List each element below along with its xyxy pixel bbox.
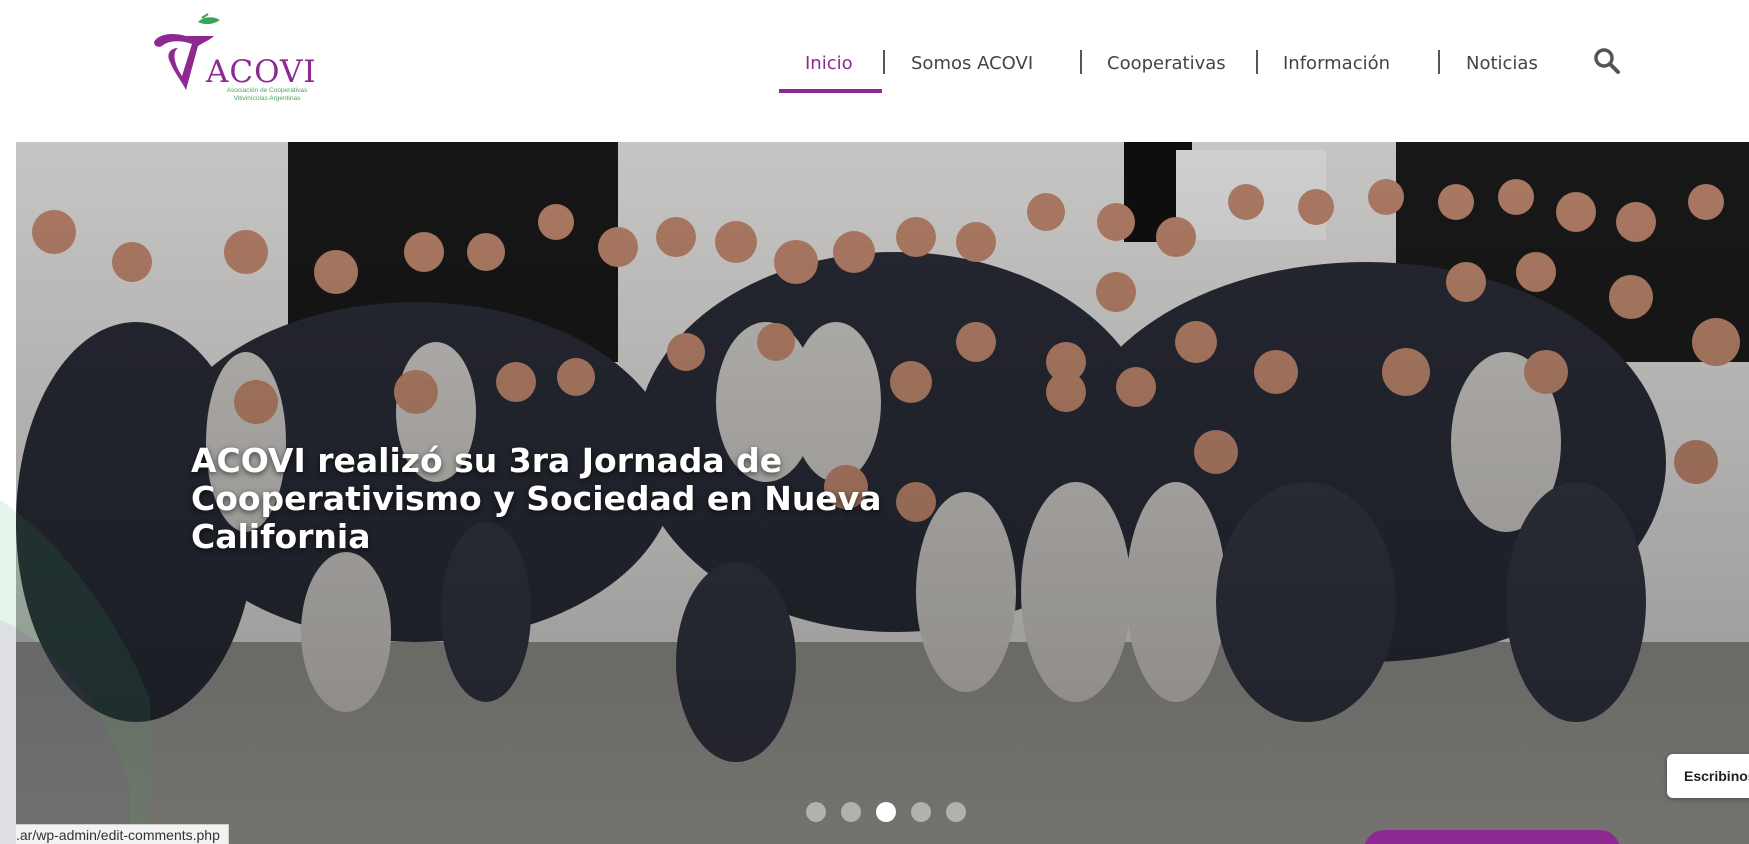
logo-subtitle-line-1: Asociación de Cooperativas [226, 87, 308, 94]
page: ACOVI Asociación de Cooperativas Vitivin… [0, 0, 1749, 844]
nav-separator [883, 50, 885, 74]
slider-dot-1[interactable] [806, 802, 826, 822]
slider-dot-4[interactable] [911, 802, 931, 822]
slider-dot-3[interactable] [876, 802, 896, 822]
nav-item-informacion[interactable]: Información [1283, 50, 1390, 90]
slider-dot-2[interactable] [841, 802, 861, 822]
chat-widget-button[interactable]: Escribinos [1667, 754, 1749, 798]
purple-cta-button[interactable] [1364, 830, 1620, 844]
logo-subtitle-line-2: Vitivinícolas Argentinas [233, 95, 301, 102]
search-icon[interactable] [1592, 46, 1622, 76]
nav-item-cooperativas[interactable]: Cooperativas [1107, 50, 1226, 90]
acovi-logo-subtitle: Asociación de Cooperativas Vitivinícolas… [212, 87, 322, 103]
acovi-logo[interactable]: ACOVI Asociación de Cooperativas Vitivin… [152, 12, 322, 102]
nav-separator [1080, 50, 1082, 74]
browser-status-url: .ar/wp-admin/edit-comments.php [16, 824, 229, 844]
hero-title[interactable]: ACOVI realizó su 3ra Jornada de Cooperat… [191, 442, 951, 556]
nav-active-underline [779, 89, 882, 93]
nav-item-somos-acovi[interactable]: Somos ACOVI [911, 50, 1033, 90]
nav-item-inicio[interactable]: Inicio [805, 50, 853, 90]
slider-dot-5[interactable] [946, 802, 966, 822]
nav-separator [1438, 50, 1440, 74]
acovi-logo-wordmark: ACOVI [206, 54, 317, 90]
site-header: ACOVI Asociación de Cooperativas Vitivin… [0, 0, 1749, 141]
nav-item-noticias[interactable]: Noticias [1466, 50, 1538, 90]
nav-separator [1256, 50, 1258, 74]
decorative-grape-leaf [0, 500, 150, 844]
